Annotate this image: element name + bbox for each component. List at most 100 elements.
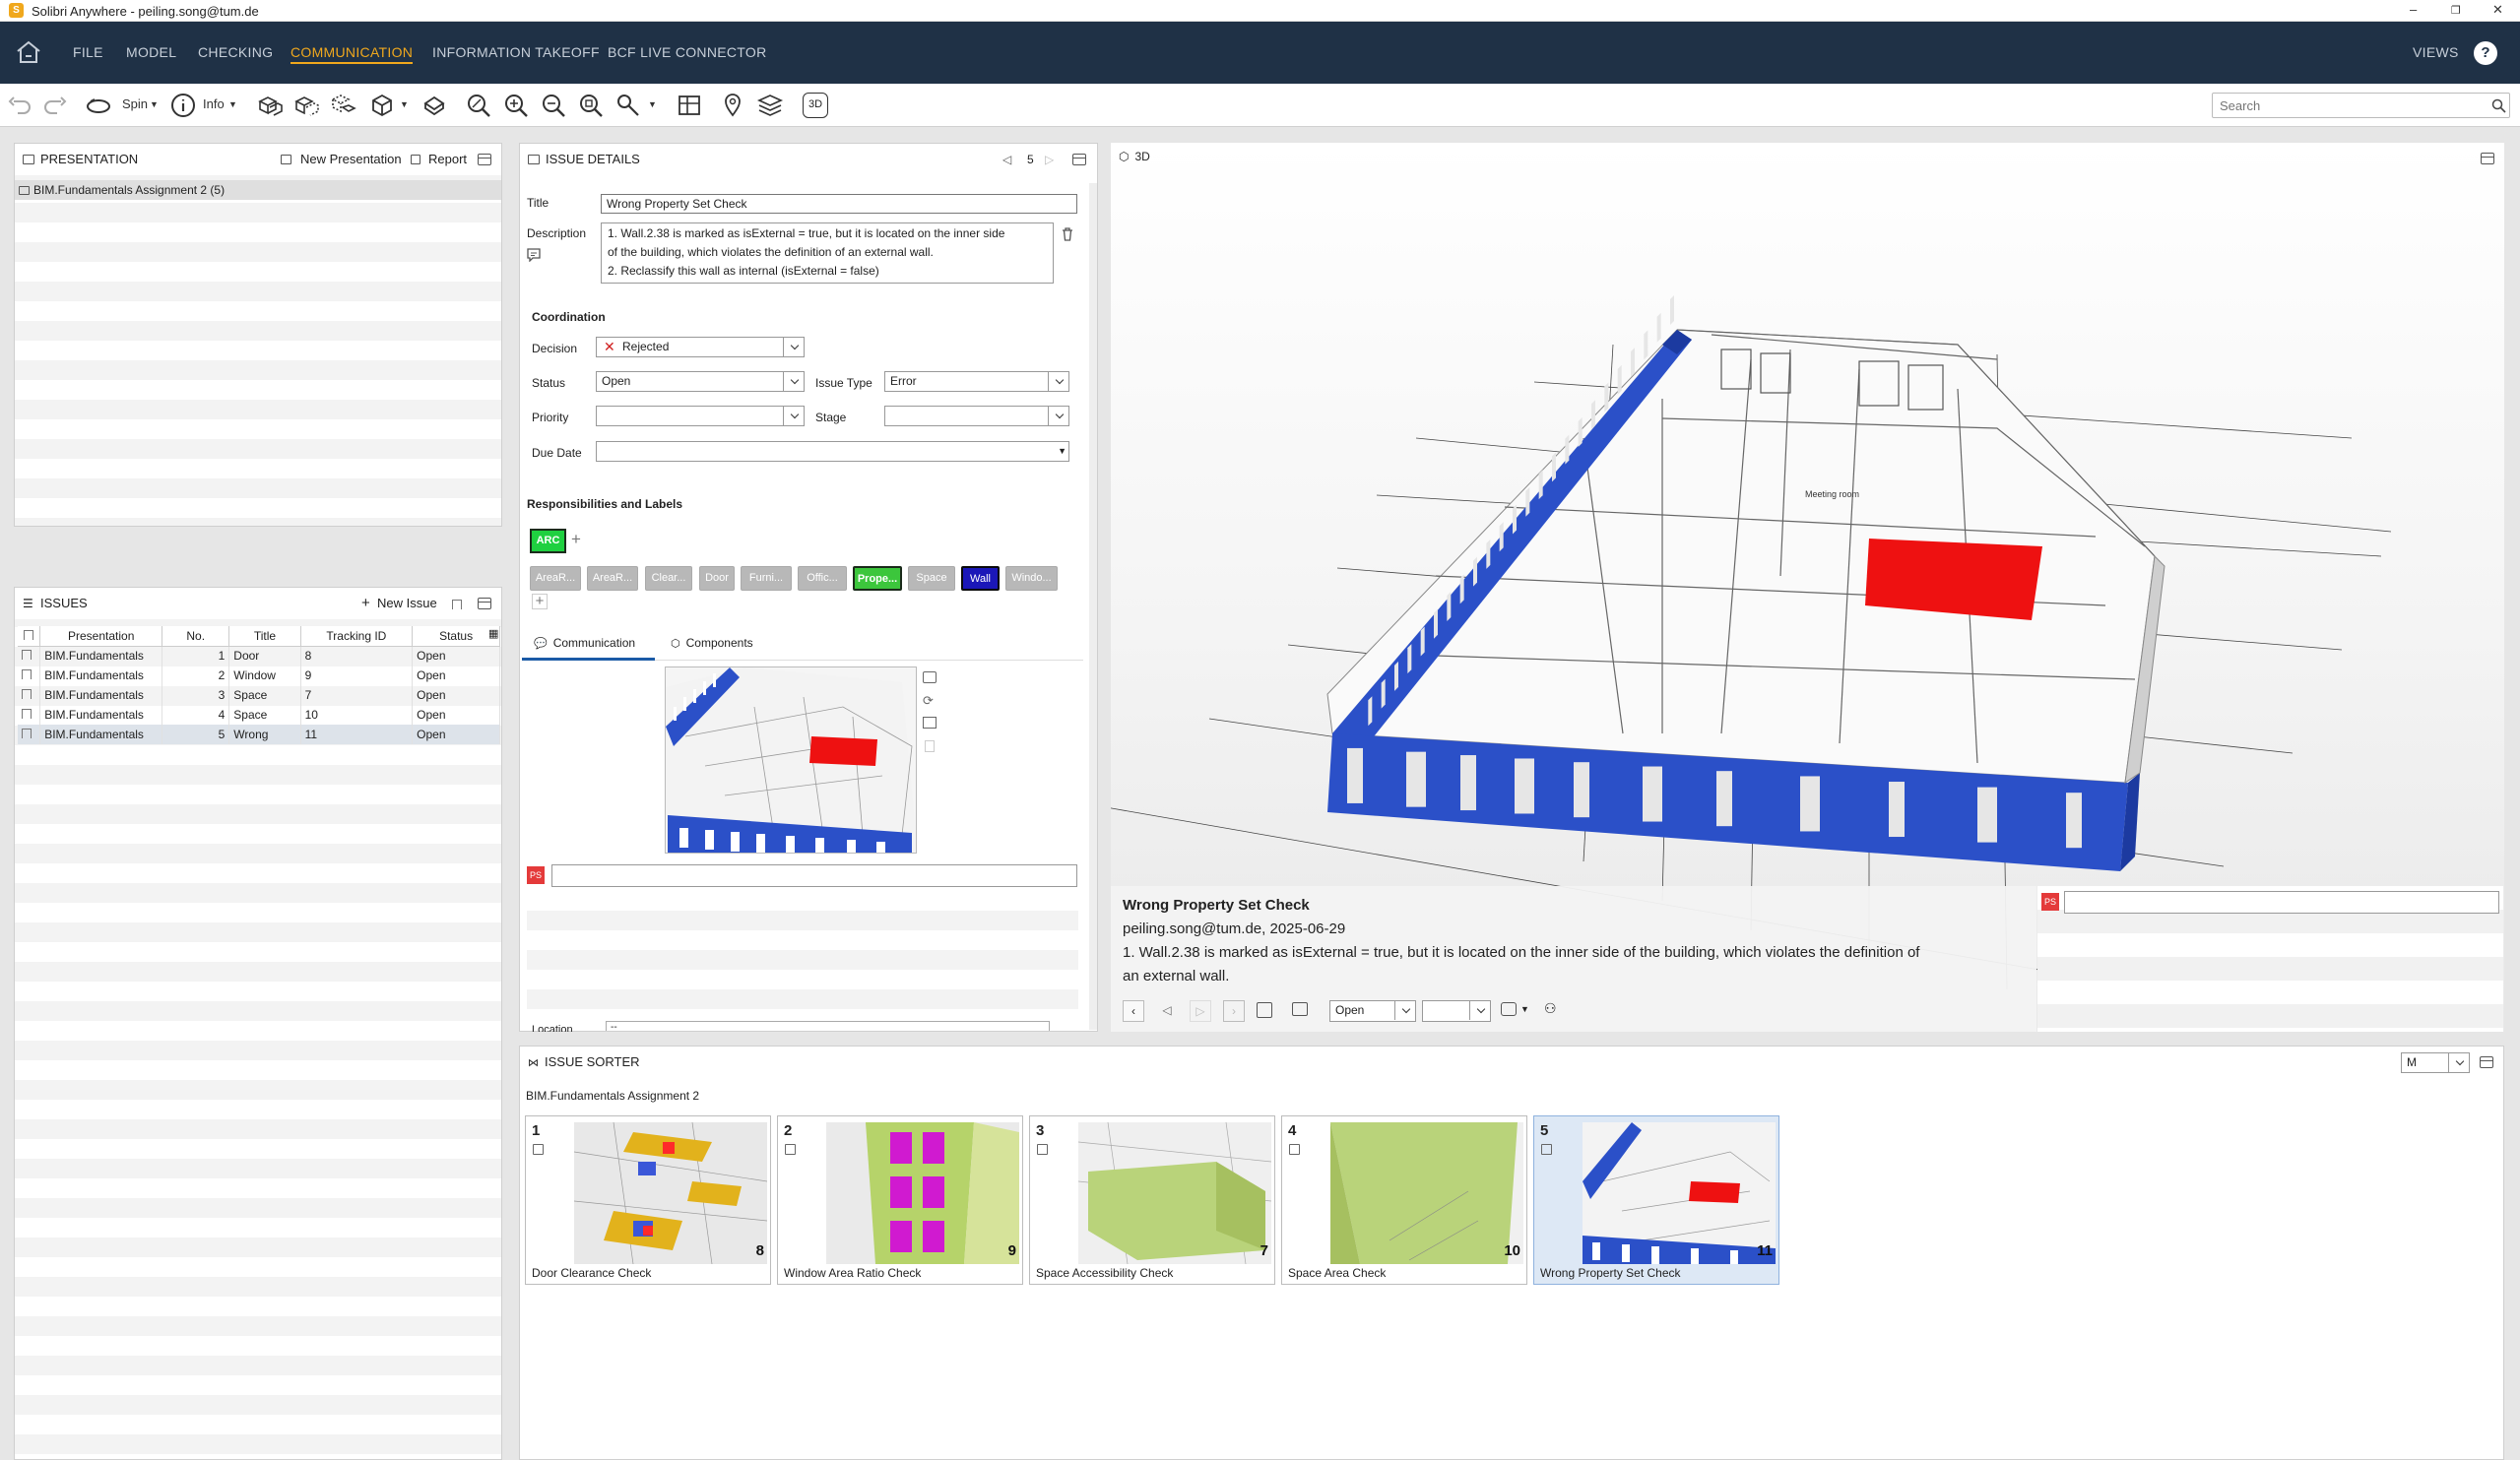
col-flag[interactable] (18, 626, 41, 647)
previous-issue-icon[interactable]: ◁ (1002, 144, 1011, 175)
table-row[interactable]: BIM.Fundamentals 4 Space 10 Open (18, 705, 500, 725)
next-issue-icon[interactable]: ▷ (1045, 144, 1054, 175)
popup-comment-input[interactable] (2064, 891, 2499, 914)
info-icon[interactable] (169, 92, 197, 119)
panel-collapse-icon[interactable] (2480, 1056, 2493, 1068)
flag-icon[interactable] (22, 689, 32, 699)
comment-input[interactable] (551, 864, 1077, 887)
popup-secondary-dropdown[interactable] (1422, 1000, 1491, 1022)
isolate-icon[interactable] (329, 92, 356, 119)
report-button[interactable]: Report (428, 144, 467, 175)
flag-icon[interactable] (22, 709, 32, 719)
3d-viewer[interactable]: ⬡ 3D Meeting room Wrong Property Set Chec… (1111, 143, 2504, 1032)
column-chooser-icon[interactable]: ▦ (488, 627, 500, 640)
location-icon[interactable] (719, 92, 746, 119)
new-issue-button[interactable]: New Issue (377, 588, 437, 619)
popup-last-icon[interactable]: › (1223, 1000, 1245, 1022)
popup-camera-icon[interactable] (1501, 1002, 1517, 1016)
label-tag[interactable]: Door (699, 566, 735, 591)
section-box-icon[interactable] (420, 92, 448, 119)
popup-prev-icon[interactable]: ◁ (1156, 1000, 1178, 1022)
zoom-in-icon[interactable] (502, 92, 530, 119)
decision-dropdown[interactable]: ✕ Rejected (596, 337, 805, 357)
add-label-icon[interactable]: + (532, 594, 548, 609)
info-dropdown-icon[interactable]: ▼ (228, 92, 237, 117)
popup-camera-dropdown-icon[interactable]: ▼ (1520, 1004, 1529, 1014)
col-status[interactable]: Status (412, 626, 500, 647)
col-title[interactable]: Title (228, 626, 301, 647)
issue-type-dropdown[interactable]: Error (884, 371, 1069, 392)
search-icon[interactable] (2491, 98, 2506, 113)
select-tool-icon[interactable] (614, 92, 642, 119)
search-box[interactable] (2212, 93, 2510, 118)
trash-icon[interactable] (1062, 227, 1073, 241)
new-presentation-button[interactable]: New Presentation (300, 144, 402, 175)
show-all-icon[interactable] (256, 92, 284, 119)
description-textarea[interactable]: 1. Wall.2.38 is marked as isExternal = t… (601, 222, 1054, 284)
3d-view-button[interactable]: 3D (803, 93, 828, 118)
search-input[interactable] (2220, 94, 2476, 117)
info-button[interactable]: Info (203, 92, 225, 117)
flag-icon[interactable] (22, 729, 32, 738)
home-icon[interactable] (14, 37, 43, 67)
label-tag[interactable]: Offic... (798, 566, 847, 591)
new-issue-plus-icon[interactable]: + (361, 588, 370, 619)
spin-icon[interactable] (85, 92, 112, 119)
panel-collapse-icon[interactable] (478, 154, 491, 165)
issue-snapshot-thumbnail[interactable] (665, 667, 917, 854)
status-dropdown[interactable]: Open (596, 371, 805, 392)
label-tag[interactable]: Furni... (741, 566, 792, 591)
undo-icon[interactable] (6, 92, 33, 119)
spin-dropdown-icon[interactable]: ▼ (150, 92, 159, 117)
popup-comment-icon[interactable] (1292, 1002, 1308, 1016)
popup-status-dropdown[interactable]: Open (1329, 1000, 1416, 1022)
issue-card[interactable]: 2 9 Window Area Ratio Check (777, 1115, 1023, 1285)
select-dropdown-icon[interactable]: ▼ (648, 92, 657, 117)
menu-views[interactable]: VIEWS (2413, 44, 2459, 60)
scrollbar[interactable] (1089, 183, 1097, 1030)
zoom-extents-icon[interactable] (465, 92, 492, 119)
calendar-dropdown-icon[interactable]: ▼ (1058, 442, 1066, 461)
menu-model[interactable]: MODEL (126, 44, 176, 60)
label-tag[interactable]: AreaR... (587, 566, 638, 591)
camera-icon[interactable] (923, 671, 937, 683)
presentation-item[interactable]: BIM.Fundamentals Assignment 2 (5) (15, 180, 501, 200)
thumbnail-size-dropdown[interactable]: M (2401, 1052, 2470, 1073)
table-row[interactable]: BIM.Fundamentals 5 Wrong 11 Open (18, 725, 500, 744)
label-tag[interactable]: Clear... (645, 566, 692, 591)
menu-checking[interactable]: CHECKING (198, 44, 273, 60)
due-date-input[interactable]: ▼ (596, 441, 1069, 462)
issue-card[interactable]: 4 10 Space Area Check (1281, 1115, 1527, 1285)
zoom-out-icon[interactable] (540, 92, 567, 119)
cube-icon[interactable] (368, 92, 396, 119)
spin-button[interactable]: Spin (122, 92, 148, 117)
label-tag[interactable]: Prope... (853, 566, 902, 591)
popup-next-icon[interactable]: ▷ (1190, 1000, 1211, 1022)
popup-snapshot-icon[interactable] (1257, 1002, 1272, 1018)
panel-collapse-icon[interactable] (1072, 154, 1086, 165)
priority-dropdown[interactable] (596, 406, 805, 426)
menu-information-takeoff[interactable]: INFORMATION TAKEOFF (432, 44, 600, 60)
panel-collapse-icon[interactable] (478, 598, 491, 609)
label-tag[interactable]: Space (908, 566, 955, 591)
redo-icon[interactable] (41, 92, 69, 119)
flag-icon[interactable] (22, 669, 32, 679)
tab-communication[interactable]: 💬 Communication (522, 631, 655, 661)
table-row[interactable]: BIM.Fundamentals 1 Door 8 Open (18, 646, 500, 666)
tab-components[interactable]: ⬡ Components (665, 631, 753, 661)
label-tag[interactable]: Windo... (1005, 566, 1058, 591)
layers-icon[interactable] (756, 92, 784, 119)
location-input[interactable]: -- (606, 1021, 1050, 1031)
label-tag[interactable]: Wall (961, 566, 1000, 591)
menu-communication[interactable]: COMMUNICATION (291, 44, 414, 64)
label-tag[interactable]: AreaR... (530, 566, 581, 591)
table-row[interactable]: BIM.Fundamentals 2 Window 9 Open (18, 666, 500, 685)
delete-snapshot-icon[interactable] (925, 740, 935, 752)
help-icon[interactable]: ? (2474, 41, 2497, 65)
hide-icon[interactable] (292, 92, 320, 119)
issue-card[interactable]: 5 11 Wrong Property Set Check (1533, 1115, 1779, 1285)
add-responsibility-icon[interactable]: + (571, 530, 581, 549)
popup-people-icon[interactable]: ⚇ (1544, 1000, 1557, 1017)
title-input[interactable]: Wrong Property Set Check (601, 194, 1077, 214)
flag-icon[interactable] (22, 650, 32, 661)
